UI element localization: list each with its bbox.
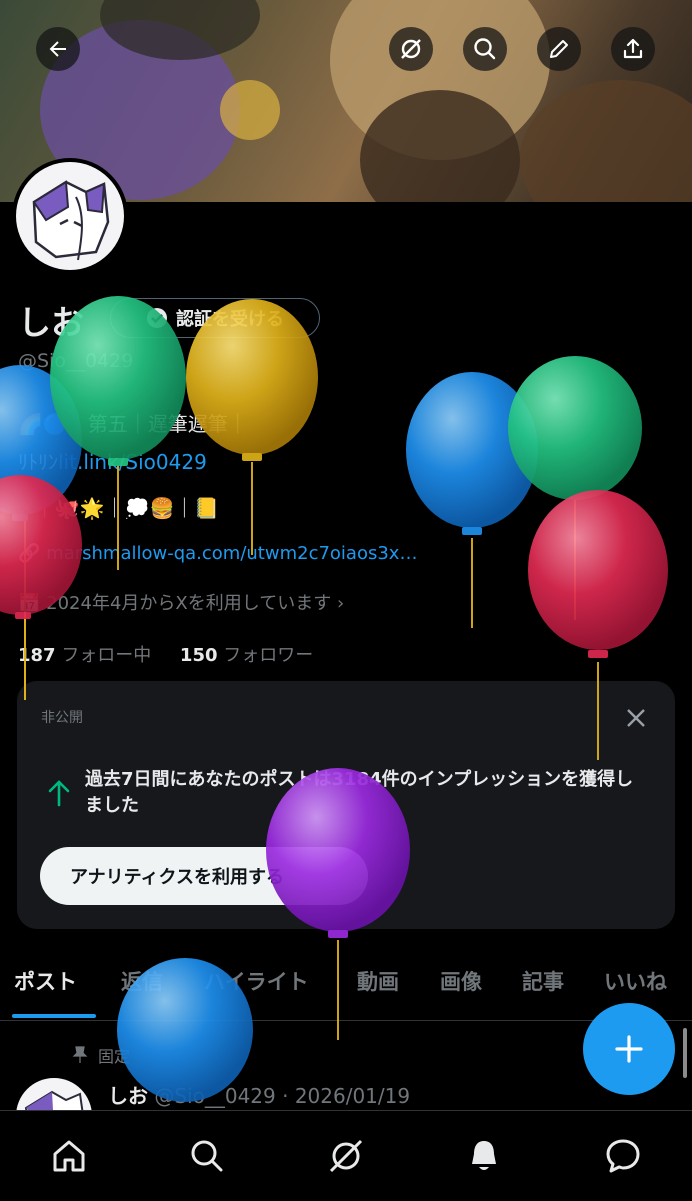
tab-posts[interactable]: ポスト xyxy=(14,966,77,996)
balloon-green xyxy=(508,356,642,620)
pinned-label: 固定 xyxy=(98,1047,131,1066)
profile-name: しお xyxy=(18,303,84,342)
scrollbar[interactable] xyxy=(683,1028,687,1078)
tab-videos[interactable]: 動画 xyxy=(357,966,399,996)
tab-highlights[interactable]: ハイライト xyxy=(204,966,309,996)
analytics-card: 非公開 過去7日間にあなたのポストは3184件のインプレッションを獲得しました … xyxy=(17,681,675,929)
private-label: 非公開 xyxy=(41,710,83,726)
notifications-icon xyxy=(472,1141,496,1170)
pin-icon xyxy=(72,1046,88,1063)
edit-button[interactable] xyxy=(537,27,581,71)
followers-link[interactable]: 150 フォロワー xyxy=(180,645,313,666)
verified-badge-icon xyxy=(147,308,167,328)
grok-icon xyxy=(329,1139,363,1173)
post-header: しお @Sio__0429 · 2026/01/19 xyxy=(108,1080,410,1109)
home-icon xyxy=(53,1140,85,1172)
profile-handle: @Sio__0429 xyxy=(18,350,134,372)
profile-tabs: ポスト 返信 ハイライト 動画 画像 記事 いいね xyxy=(0,958,692,1021)
search-button[interactable] xyxy=(463,27,507,71)
edit-icon xyxy=(550,40,568,58)
trend-up-arrow-icon xyxy=(48,780,70,807)
grok-icon xyxy=(401,39,421,59)
calendar-icon: 📅 xyxy=(18,593,41,614)
tab-articles[interactable]: 記事 xyxy=(522,966,564,996)
nav-grok[interactable] xyxy=(321,1131,371,1181)
following-link[interactable]: 187 フォロー中 xyxy=(18,645,151,666)
nav-home[interactable] xyxy=(44,1131,94,1181)
search-icon xyxy=(191,1140,223,1172)
tab-images[interactable]: 画像 xyxy=(440,966,482,996)
chevron-right-icon: › xyxy=(336,593,345,614)
link-icon: 🔗 xyxy=(18,543,41,564)
grok-button[interactable] xyxy=(389,27,433,71)
profile-avatar[interactable] xyxy=(12,158,128,274)
search-icon xyxy=(474,38,496,60)
nav-messages[interactable] xyxy=(598,1131,648,1181)
bottom-navigation xyxy=(0,1110,692,1201)
post-author[interactable]: しお xyxy=(108,1084,148,1108)
compose-post-button[interactable] xyxy=(583,1003,675,1095)
pinned-indicator: 固定 xyxy=(72,1043,130,1067)
plus-icon xyxy=(615,1035,643,1063)
tab-replies[interactable]: 返信 xyxy=(121,966,163,996)
bio-prefix: ﾘﾄﾘﾝ xyxy=(18,450,58,474)
active-tab-indicator xyxy=(12,1014,96,1018)
tab-likes[interactable]: いいね xyxy=(604,966,667,996)
join-date: 2024年4月からXを利用しています xyxy=(46,593,332,614)
bio-line-3: ✕｜🐙🌟｜💭🍔｜📒 xyxy=(18,496,220,520)
following-count: 187 xyxy=(18,645,56,666)
close-icon xyxy=(627,709,645,727)
join-date-row[interactable]: 📅 2024年4月からXを利用しています › xyxy=(18,589,344,615)
bio-link[interactable]: lit.link/Sio0429 xyxy=(58,450,207,474)
back-button[interactable] xyxy=(36,27,80,71)
balloon-blue xyxy=(406,372,538,628)
close-card-button[interactable] xyxy=(621,703,651,733)
share-icon xyxy=(623,38,643,59)
nav-search[interactable] xyxy=(182,1131,232,1181)
messages-icon xyxy=(606,1139,640,1173)
use-analytics-button[interactable]: アナリティクスを利用する xyxy=(40,847,368,905)
followers-label: フォロワー xyxy=(223,645,314,666)
bio-line-1: 🌈🔵｜第五｜遅筆遅筆｜ xyxy=(18,412,248,436)
get-verified-button[interactable]: 認証を受ける xyxy=(110,298,320,338)
post-meta: @Sio__0429 · 2026/01/19 xyxy=(154,1084,411,1108)
following-label: フォロー中 xyxy=(61,645,152,666)
website-link[interactable]: marshmallow-qa.com/utwm2c7oiaos3x… xyxy=(46,543,417,564)
follow-stats: 187 フォロー中 150 フォロワー xyxy=(18,641,313,667)
share-button[interactable] xyxy=(611,27,655,71)
followers-count: 150 xyxy=(179,645,218,666)
back-arrow-icon xyxy=(49,41,66,57)
bio-line-2: ﾘﾄﾘﾝlit.link/Sio0429 xyxy=(18,446,207,475)
nav-notifications[interactable] xyxy=(459,1131,509,1181)
impressions-text: 過去7日間にあなたのポストは3184件のインプレッションを獲得しました xyxy=(85,769,634,816)
website-row[interactable]: 🔗 marshmallow-qa.com/utwm2c7oiaos3x… xyxy=(18,543,417,564)
get-verified-label: 認証を受ける xyxy=(176,309,284,330)
